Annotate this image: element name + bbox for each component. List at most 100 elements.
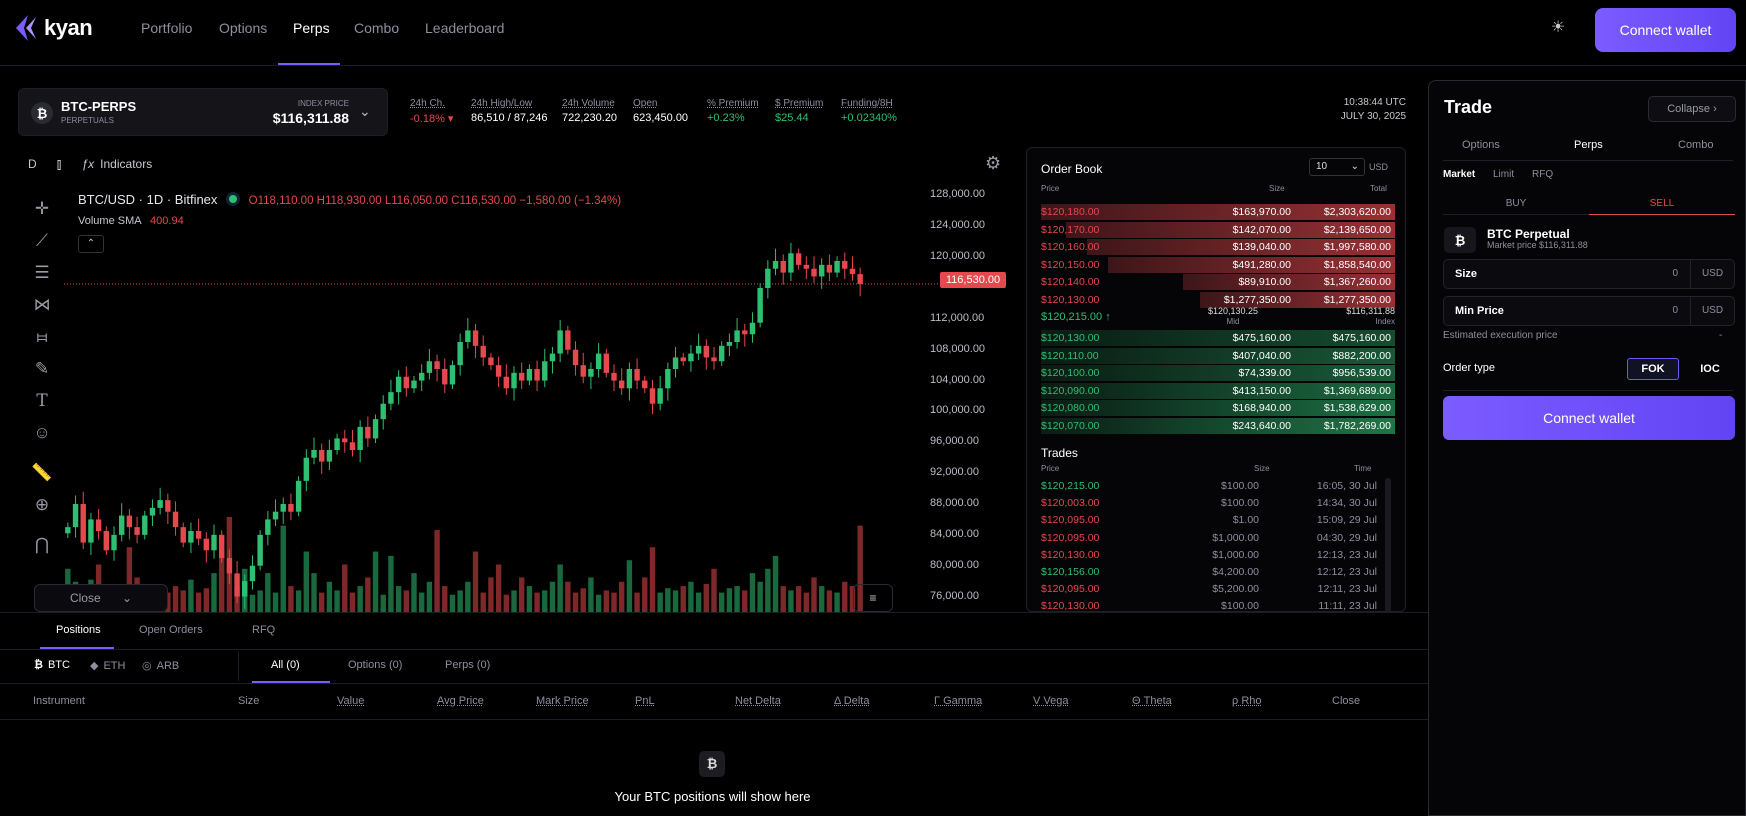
ask-row[interactable]: $120,180.00 $163,970.00 $2,303,620.00 xyxy=(1041,204,1395,220)
bid-price: $120,080.00 xyxy=(1041,402,1100,414)
volume-bar xyxy=(219,555,225,612)
ask-row[interactable]: $120,170.00 $142,070.00 $2,139,650.00 xyxy=(1041,221,1395,238)
brand-logo[interactable]: kyan xyxy=(14,13,93,43)
order-type-fok[interactable]: FOK xyxy=(1627,358,1679,380)
connect-wallet-button[interactable]: Connect wallet xyxy=(1443,396,1735,440)
trade-tab-perps[interactable]: Perps xyxy=(1574,139,1603,151)
min-price-unit: USD xyxy=(1690,297,1734,325)
zoom-icon[interactable]: ⊕ xyxy=(26,489,58,521)
brush-icon[interactable]: ✎ xyxy=(26,353,58,385)
instrument-market-price: Market price $116,311.88 xyxy=(1487,240,1588,250)
bid-row[interactable]: $120,110.00 $407,040.00 $882,200.00 xyxy=(1041,347,1395,364)
bid-row[interactable]: $120,090.00 $413,150.00 $1,369,689.00 xyxy=(1041,382,1395,399)
emoji-icon[interactable]: ☺ xyxy=(26,417,58,449)
nav-perps[interactable]: Perps xyxy=(293,20,330,36)
candle-type-icon[interactable]: ⫾ xyxy=(57,156,62,173)
price-chart[interactable] xyxy=(64,180,940,612)
drawing-tools: ✛ ⟋ ☰ ⋈ ⧦ ✎ T ☺ 📏 ⊕ ⋂ xyxy=(26,193,58,561)
bid-size: $407,040.00 xyxy=(1232,349,1291,362)
theme-toggle-sun-icon[interactable]: ☀ xyxy=(1549,19,1567,37)
candle xyxy=(219,530,225,563)
trade-tab-combo[interactable]: Combo xyxy=(1678,139,1713,151)
volume-bar xyxy=(842,581,848,612)
nav-active-indicator xyxy=(278,63,340,65)
nav-combo[interactable]: Combo xyxy=(354,20,399,36)
size-field[interactable]: Size 0 USD xyxy=(1443,259,1735,289)
volume-bar xyxy=(403,590,409,612)
tab-rfq[interactable]: RFQ xyxy=(252,624,275,636)
order-tab-rfq[interactable]: RFQ xyxy=(1532,169,1553,180)
trade-size: $100.00 xyxy=(1221,480,1259,492)
order-tab-limit[interactable]: Limit xyxy=(1493,169,1514,180)
interval-button[interactable]: D xyxy=(28,157,37,171)
connect-wallet-button[interactable]: Connect wallet xyxy=(1595,8,1736,52)
volume-bar xyxy=(419,592,425,612)
asset-arb[interactable]: ◎ ARB xyxy=(142,659,179,673)
filter-perps[interactable]: Perps (0) xyxy=(445,659,490,671)
ask-row[interactable]: $120,140.00 $89,910.00 $1,367,260.00 xyxy=(1041,274,1395,290)
nav-leaderboard[interactable]: Leaderboard xyxy=(425,20,504,36)
volume-bar xyxy=(526,586,533,612)
ask-row[interactable]: $120,160.00 $139,040.00 $1,997,580.00 xyxy=(1041,239,1395,255)
tab-open-orders[interactable]: Open Orders xyxy=(139,624,203,636)
chart-close-button[interactable]: Close ⌄ xyxy=(34,584,168,612)
bid-row[interactable]: $120,130.00 $475,160.00 $475,160.00 xyxy=(1041,330,1395,346)
volume-bar xyxy=(465,581,471,612)
text-icon[interactable]: T xyxy=(26,385,58,417)
depth-select[interactable]: 10 ⌄ xyxy=(1309,158,1365,176)
ask-row[interactable]: $120,150.00 $491,280.00 $1,858,540.00 xyxy=(1041,256,1395,273)
price-tick: 84,000.00 xyxy=(930,527,979,540)
bid-size: $74,339.00 xyxy=(1238,367,1291,379)
collapse-button[interactable]: Collapse › xyxy=(1648,96,1736,122)
buy-tab[interactable]: BUY xyxy=(1443,193,1589,215)
pattern-icon[interactable]: ⋈ xyxy=(26,289,58,321)
ask-price: $120,180.00 xyxy=(1041,206,1100,218)
trade-price: $120,156.00 xyxy=(1041,566,1100,578)
volume-bar xyxy=(265,573,271,612)
nav-portfolio[interactable]: Portfolio xyxy=(141,20,192,36)
candle xyxy=(795,248,802,270)
tab-positions[interactable]: Positions xyxy=(56,624,101,636)
nav-options[interactable]: Options xyxy=(219,20,267,36)
volume-bar xyxy=(457,590,463,612)
fib-icon[interactable]: ☰ xyxy=(26,257,58,289)
sell-tab[interactable]: SELL xyxy=(1589,193,1735,215)
order-tab-market[interactable]: Market xyxy=(1443,169,1475,180)
positions-panel: Positions Open Orders RFQ ₿ BTC ◆ ETH ◎ ARB… xyxy=(0,612,1428,816)
ask-price: $120,150.00 xyxy=(1041,258,1100,271)
trendline-icon[interactable]: ⟋ xyxy=(26,225,58,257)
projection-icon[interactable]: ⧦ xyxy=(26,321,58,353)
indicators-button[interactable]: ƒx Indicators xyxy=(81,157,152,171)
trade-time: 16:05, 30 Jul xyxy=(1316,480,1377,492)
trades-scrollbar[interactable] xyxy=(1385,478,1391,613)
trade-tab-options[interactable]: Options xyxy=(1462,139,1500,151)
asset-eth[interactable]: ◆ ETH xyxy=(90,659,125,673)
candle xyxy=(511,366,517,401)
volume-bar xyxy=(772,555,779,612)
candle xyxy=(380,395,386,430)
bid-row[interactable]: $120,080.00 $168,940.00 $1,538,629.00 xyxy=(1041,400,1395,416)
market-selector[interactable]: ₿ BTC-PERPS PERPETUALS INDEX PRICE $116,… xyxy=(18,88,388,136)
candle xyxy=(611,364,617,391)
bid-row[interactable]: $120,070.00 $243,640.00 $1,782,269.00 xyxy=(1041,417,1395,434)
chart-toolbar: D ⫾ ƒx Indicators xyxy=(28,153,152,175)
chart-menu-icon[interactable]: ≡ xyxy=(853,584,893,612)
ruler-icon[interactable]: 📏 xyxy=(26,457,58,489)
min-price-field[interactable]: Min Price 0 USD xyxy=(1443,296,1735,326)
volume-bar xyxy=(634,592,640,612)
size-input[interactable]: 0 xyxy=(1618,268,1678,279)
volume-bar xyxy=(380,594,386,612)
magnet-icon[interactable]: ⋂ xyxy=(26,529,58,561)
volume-bar xyxy=(642,577,648,612)
asset-btc[interactable]: ₿ BTC xyxy=(34,659,70,671)
candle xyxy=(465,318,471,349)
filter-options[interactable]: Options (0) xyxy=(348,659,402,671)
crosshair-icon[interactable]: ✛ xyxy=(26,193,58,225)
bid-row[interactable]: $120,100.00 $74,339.00 $956,539.00 xyxy=(1041,365,1395,381)
filter-all[interactable]: All (0) xyxy=(271,659,300,671)
candle xyxy=(849,256,856,281)
order-type-ioc[interactable]: IOC xyxy=(1685,358,1735,380)
chart-settings-gear-icon[interactable]: ⚙ xyxy=(985,153,1001,174)
volume-bar xyxy=(572,592,579,612)
min-price-input[interactable]: 0 xyxy=(1618,305,1678,316)
